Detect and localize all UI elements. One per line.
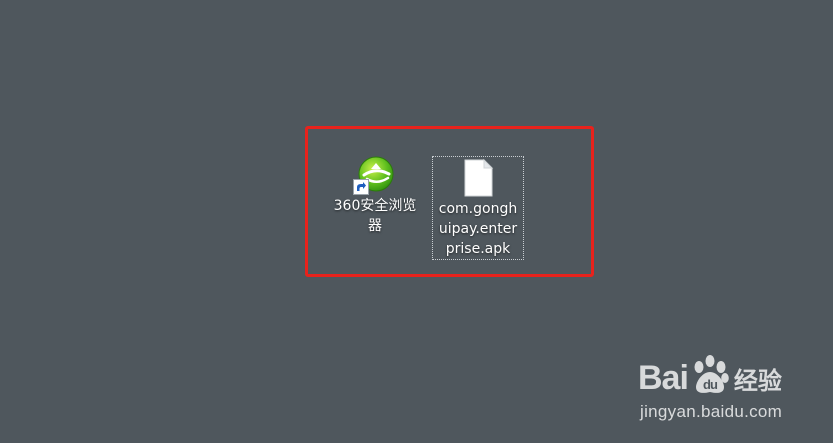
watermark-logo-text: Bai: [638, 359, 689, 397]
baidu-jingyan-watermark: Bai du 经验 jingyan.baidu.com: [638, 346, 828, 426]
desktop-icon-apk-file[interactable]: com.gonghuipay.enterprise.apk: [432, 156, 524, 260]
watermark-url: jingyan.baidu.com: [640, 402, 783, 421]
watermark-jingyan-text: 经验: [733, 368, 782, 395]
desktop-icon-label: 360安全浏览器: [333, 198, 417, 234]
baidu-logo: Bai du 经验: [638, 354, 782, 398]
baidu-paw-icon: du: [694, 355, 729, 393]
svg-text:du: du: [703, 377, 718, 392]
360-browser-icon: [353, 155, 395, 195]
desktop-icon-360-browser[interactable]: 360安全浏览器: [328, 153, 422, 243]
desktop-icon-label: com.gonghuipay.enterprise.apk: [438, 201, 518, 257]
desktop-background[interactable]: 360安全浏览器 com.gonghuipay.enterprise.apk B…: [0, 0, 833, 443]
blank-file-icon: [458, 158, 498, 198]
shortcut-arrow-icon: [353, 179, 369, 195]
